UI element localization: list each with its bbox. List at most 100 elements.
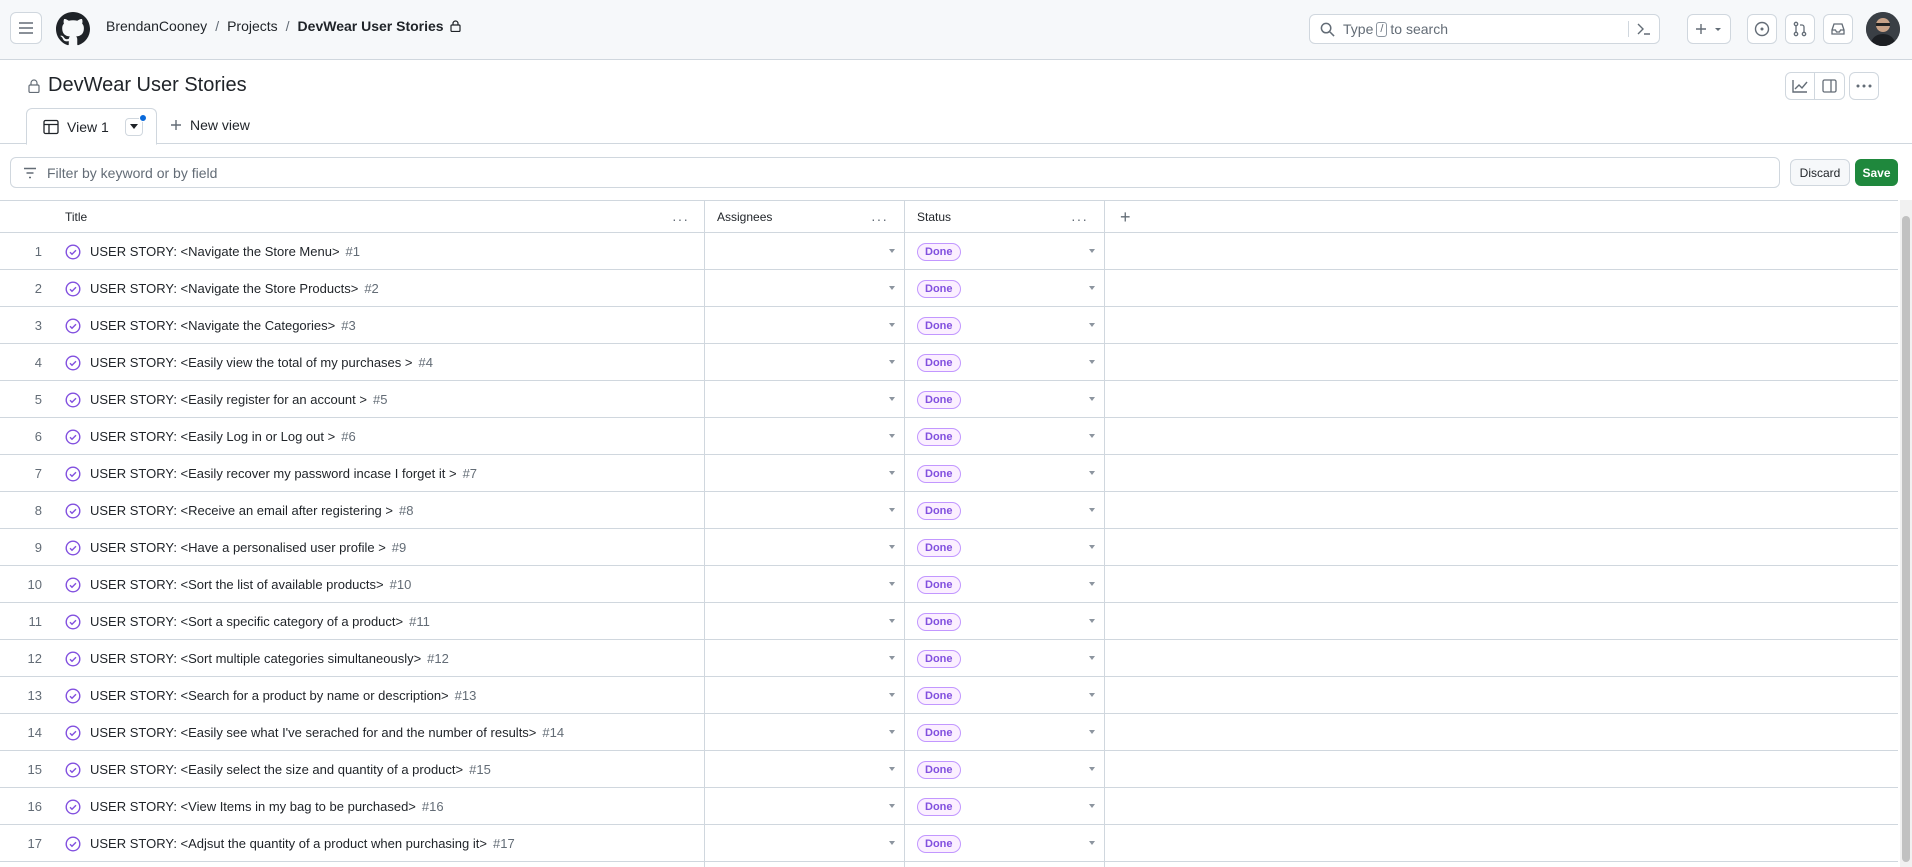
inbox-button[interactable] <box>1823 14 1853 44</box>
table-row[interactable]: 13 USER STORY: <Search for a product by n… <box>0 677 1898 714</box>
column-menu-icon[interactable]: ··· <box>1071 211 1088 227</box>
column-header-status[interactable]: Status ··· <box>917 201 1104 233</box>
assignees-dropdown-caret[interactable] <box>889 286 895 290</box>
row-title[interactable]: USER STORY: <Navigate the Store Products… <box>90 281 379 296</box>
menu-button[interactable] <box>10 12 42 44</box>
table-row[interactable]: 5 USER STORY: <Easily register for an acc… <box>0 381 1898 418</box>
breadcrumb-project[interactable]: DevWear User Stories <box>298 18 461 34</box>
table-row[interactable]: 1 USER STORY: <Navigate the Store Menu> #1… <box>0 233 1898 270</box>
column-menu-icon[interactable]: ··· <box>672 211 689 227</box>
column-menu-icon[interactable]: ··· <box>871 211 888 227</box>
row-title[interactable]: USER STORY: <Navigate the Categories> #3 <box>90 318 356 333</box>
avatar[interactable] <box>1866 12 1900 46</box>
row-title[interactable]: USER STORY: <Adjsut the quantity of a pr… <box>90 836 515 851</box>
assignees-dropdown-caret[interactable] <box>889 619 895 623</box>
row-title[interactable]: USER STORY: <Search for a product by nam… <box>90 688 476 703</box>
assignees-dropdown-caret[interactable] <box>889 582 895 586</box>
scrollbar-thumb[interactable] <box>1902 216 1910 862</box>
discard-button[interactable]: Discard <box>1790 159 1850 186</box>
table-row[interactable]: 12 USER STORY: <Sort multiple categories … <box>0 640 1898 677</box>
status-dropdown-caret[interactable] <box>1089 693 1095 697</box>
table-row[interactable]: 17 USER STORY: <Adjsut the quantity of a … <box>0 825 1898 862</box>
status-dropdown-caret[interactable] <box>1089 323 1095 327</box>
status-dropdown-caret[interactable] <box>1089 286 1095 290</box>
pull-requests-button[interactable] <box>1785 14 1815 44</box>
new-view-button[interactable]: New view <box>170 117 250 133</box>
row-title[interactable]: USER STORY: <Sort multiple categories si… <box>90 651 449 666</box>
assignees-dropdown-caret[interactable] <box>889 767 895 771</box>
row-title[interactable]: USER STORY: <Sort the list of available … <box>90 577 411 592</box>
assignees-dropdown-caret[interactable] <box>889 508 895 512</box>
row-title[interactable]: USER STORY: <Easily select the size and … <box>90 762 491 777</box>
create-new-button[interactable] <box>1687 14 1731 44</box>
issues-button[interactable] <box>1747 14 1777 44</box>
assignees-dropdown-caret[interactable] <box>889 656 895 660</box>
status-dropdown-caret[interactable] <box>1089 545 1095 549</box>
row-title[interactable]: USER STORY: <Easily see what I've serach… <box>90 725 564 740</box>
column-header-title[interactable]: Title ··· <box>65 201 705 233</box>
status-dropdown-caret[interactable] <box>1089 730 1095 734</box>
project-menu-button[interactable] <box>1849 72 1879 100</box>
status-dropdown-caret[interactable] <box>1089 360 1095 364</box>
view-options-button[interactable] <box>124 113 147 136</box>
table-row[interactable]: 7 USER STORY: <Easily recover my password… <box>0 455 1898 492</box>
insights-button[interactable] <box>1785 72 1815 100</box>
table-row[interactable]: 9 USER STORY: <Have a personalised user p… <box>0 529 1898 566</box>
command-palette-icon[interactable] <box>1628 21 1651 37</box>
row-title[interactable]: USER STORY: <Easily Log in or Log out > #… <box>90 429 356 444</box>
assignees-dropdown-caret[interactable] <box>889 841 895 845</box>
column-header-assignees[interactable]: Assignees ··· <box>717 201 904 233</box>
table-row[interactable]: 11 USER STORY: <Sort a specific category … <box>0 603 1898 640</box>
table-row[interactable]: 10 USER STORY: <Sort the list of availabl… <box>0 566 1898 603</box>
row-title[interactable]: USER STORY: <Easily register for an acco… <box>90 392 387 407</box>
row-title[interactable]: USER STORY: <Receive an email after regi… <box>90 503 413 518</box>
assignees-dropdown-caret[interactable] <box>889 360 895 364</box>
table-row[interactable]: 3 USER STORY: <Navigate the Categories> #3… <box>0 307 1898 344</box>
status-dropdown-caret[interactable] <box>1089 249 1095 253</box>
table-row[interactable]: 2 USER STORY: <Navigate the Store Product… <box>0 270 1898 307</box>
breadcrumb-projects[interactable]: Projects <box>227 18 278 34</box>
row-title[interactable]: USER STORY: <Sort a specific category of… <box>90 614 430 629</box>
row-title[interactable]: USER STORY: <Easily view the total of my… <box>90 355 433 370</box>
scrollbar[interactable] <box>1900 200 1912 867</box>
status-dropdown-caret[interactable] <box>1089 619 1095 623</box>
search-input[interactable]: Type / to search <box>1309 14 1660 44</box>
status-dropdown-caret[interactable] <box>1089 804 1095 808</box>
assignees-dropdown-caret[interactable] <box>889 323 895 327</box>
row-title-text: USER STORY: <Easily register for an acco… <box>90 392 367 407</box>
table-row[interactable]: 4 USER STORY: <Easily view the total of m… <box>0 344 1898 381</box>
status-dropdown-caret[interactable] <box>1089 656 1095 660</box>
status-dropdown-caret[interactable] <box>1089 508 1095 512</box>
tab-view-1[interactable]: View 1 <box>26 108 157 145</box>
status-dropdown-caret[interactable] <box>1089 397 1095 401</box>
assignees-dropdown-caret[interactable] <box>889 693 895 697</box>
row-title[interactable]: USER STORY: <Have a personalised user pr… <box>90 540 406 555</box>
assignees-dropdown-caret[interactable] <box>889 434 895 438</box>
assignees-dropdown-caret[interactable] <box>889 249 895 253</box>
status-dropdown-caret[interactable] <box>1089 434 1095 438</box>
github-logo-icon[interactable] <box>56 12 90 46</box>
filter-input[interactable]: Filter by keyword or by field <box>10 157 1780 188</box>
assignees-dropdown-caret[interactable] <box>889 471 895 475</box>
row-title[interactable]: USER STORY: <Easily recover my password … <box>90 466 477 481</box>
table-row[interactable]: 8 USER STORY: <Receive an email after reg… <box>0 492 1898 529</box>
status-dropdown-caret[interactable] <box>1089 767 1095 771</box>
breadcrumb-owner[interactable]: BrendanCooney <box>106 18 207 34</box>
assignees-dropdown-caret[interactable] <box>889 397 895 401</box>
row-number: 7 <box>34 466 42 481</box>
side-panel-button[interactable] <box>1815 72 1845 100</box>
status-dropdown-caret[interactable] <box>1089 841 1095 845</box>
status-dropdown-caret[interactable] <box>1089 582 1095 586</box>
table-row[interactable]: 6 USER STORY: <Easily Log in or Log out >… <box>0 418 1898 455</box>
assignees-dropdown-caret[interactable] <box>889 730 895 734</box>
table-row[interactable]: 16 USER STORY: <View Items in my bag to b… <box>0 788 1898 825</box>
table-row[interactable]: 14 USER STORY: <Easily see what I've sera… <box>0 714 1898 751</box>
save-button[interactable]: Save <box>1855 159 1898 186</box>
add-field-icon[interactable]: + <box>1120 207 1131 228</box>
row-title[interactable]: USER STORY: <Navigate the Store Menu> #1 <box>90 244 360 259</box>
row-title[interactable]: USER STORY: <View Items in my bag to be … <box>90 799 444 814</box>
assignees-dropdown-caret[interactable] <box>889 804 895 808</box>
table-row[interactable]: 15 USER STORY: <Easily select the size an… <box>0 751 1898 788</box>
status-dropdown-caret[interactable] <box>1089 471 1095 475</box>
assignees-dropdown-caret[interactable] <box>889 545 895 549</box>
